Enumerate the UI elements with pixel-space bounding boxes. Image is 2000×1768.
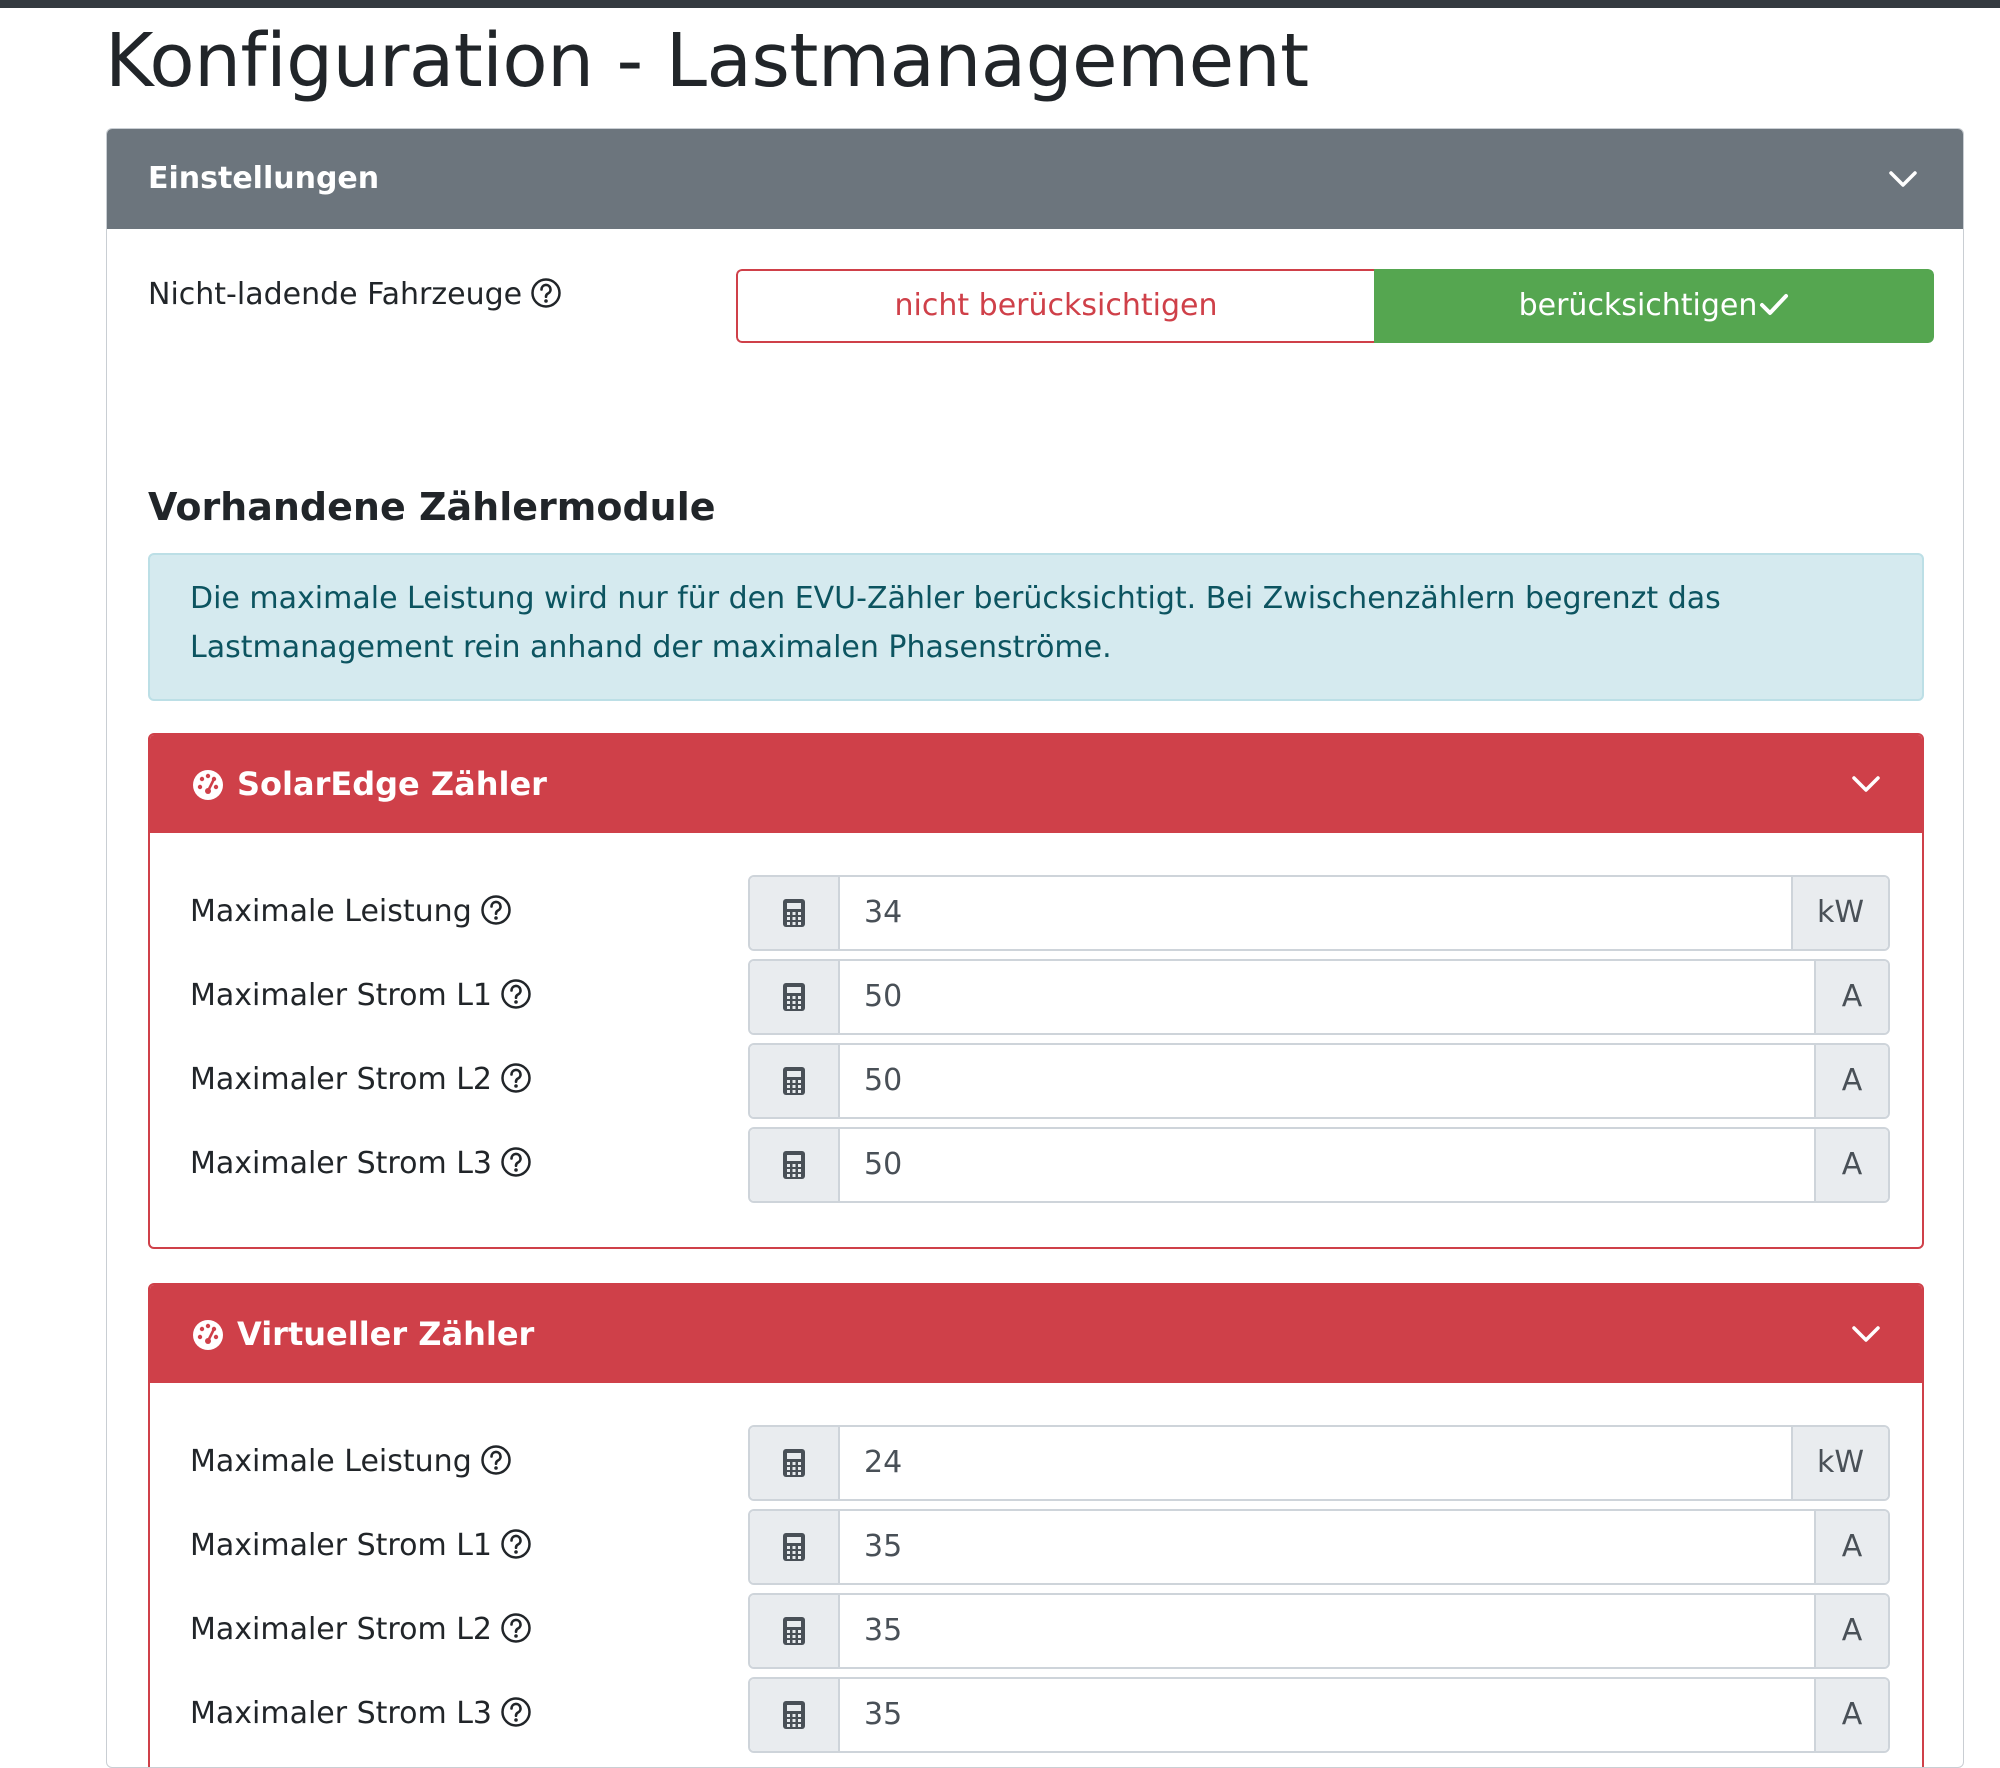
field-label-text: Maximaler Strom L2 — [190, 1062, 493, 1097]
field-row-max-current-l3: Maximaler Strom L3 35 A — [150, 1677, 1922, 1753]
meter-card-title: Virtueller Zähler — [237, 1315, 535, 1353]
unit-label: A — [1814, 1679, 1888, 1751]
field-label: Maximale Leistung — [190, 1442, 512, 1482]
max-current-l1-input-group: 35 A — [748, 1509, 1890, 1585]
max-current-l1-input-group: 50 A — [748, 959, 1890, 1035]
field-label: Maximaler Strom L2 — [190, 1060, 532, 1100]
question-circle-icon[interactable] — [500, 1528, 532, 1560]
field-label: Maximaler Strom L1 — [190, 1526, 532, 1566]
max-power-input[interactable]: 34 — [840, 877, 1791, 949]
field-label: Maximaler Strom L3 — [190, 1144, 532, 1184]
calculator-icon — [750, 1427, 840, 1499]
unit-label: kW — [1791, 877, 1888, 949]
calculator-icon — [750, 961, 840, 1033]
field-row-max-current-l1: Maximaler Strom L1 50 A — [150, 959, 1922, 1035]
unit-label: A — [1814, 1595, 1888, 1667]
chevron-down-icon[interactable] — [1850, 770, 1882, 798]
field-label: Maximaler Strom L3 — [190, 1694, 532, 1734]
field-row-max-current-l1: Maximaler Strom L1 35 A — [150, 1509, 1922, 1585]
question-circle-icon[interactable] — [500, 1696, 532, 1728]
max-power-input[interactable]: 24 — [840, 1427, 1791, 1499]
unit-label: A — [1814, 961, 1888, 1033]
non-charging-vehicles-toggle[interactable]: nicht berücksichtigen berücksichtigen — [736, 269, 1934, 343]
meter-card-virtual: Virtueller Zähler Maximale Leistung 24 k… — [148, 1283, 1924, 1767]
section-title: Vorhandene Zählermodule — [148, 485, 716, 529]
max-current-l3-input-group: 50 A — [748, 1127, 1890, 1203]
question-circle-icon[interactable] — [530, 277, 562, 309]
field-row-max-current-l3: Maximaler Strom L3 50 A — [150, 1127, 1922, 1203]
settings-card-title: Einstellungen — [148, 161, 380, 196]
max-current-l2-input-group: 35 A — [748, 1593, 1890, 1669]
max-current-l2-input[interactable]: 50 — [840, 1045, 1814, 1117]
calculator-icon — [750, 1679, 840, 1751]
max-current-l1-input[interactable]: 35 — [840, 1511, 1814, 1583]
toggle-option-not-consider[interactable]: nicht berücksichtigen — [736, 269, 1374, 343]
calculator-icon — [750, 877, 840, 949]
unit-label: A — [1814, 1129, 1888, 1201]
field-label-text: Maximaler Strom L1 — [190, 978, 493, 1013]
gauge-icon — [192, 769, 224, 805]
non-charging-vehicles-text: Nicht-ladende Fahrzeuge — [148, 277, 523, 312]
question-circle-icon[interactable] — [500, 978, 532, 1010]
unit-label: kW — [1791, 1427, 1888, 1499]
max-current-l1-input[interactable]: 50 — [840, 961, 1814, 1033]
question-circle-icon[interactable] — [500, 1146, 532, 1178]
calculator-icon — [750, 1045, 840, 1117]
info-alert: Die maximale Leistung wird nur für den E… — [148, 553, 1924, 701]
field-label: Maximaler Strom L1 — [190, 976, 532, 1016]
max-current-l3-input[interactable]: 35 — [840, 1679, 1814, 1751]
top-bar — [0, 0, 2000, 8]
max-current-l2-input-group: 50 A — [748, 1043, 1890, 1119]
meter-card-solaredge: SolarEdge Zähler Maximale Leistung 34 kW… — [148, 733, 1924, 1249]
max-current-l2-input[interactable]: 35 — [840, 1595, 1814, 1667]
field-label-text: Maximale Leistung — [190, 894, 472, 929]
gauge-icon — [192, 1319, 224, 1355]
field-label-text: Maximaler Strom L3 — [190, 1146, 493, 1181]
question-circle-icon[interactable] — [480, 894, 512, 926]
calculator-icon — [750, 1595, 840, 1667]
field-label-text: Maximaler Strom L2 — [190, 1612, 493, 1647]
chevron-down-icon[interactable] — [1887, 165, 1919, 193]
field-row-max-current-l2: Maximaler Strom L2 50 A — [150, 1043, 1922, 1119]
max-current-l3-input[interactable]: 50 — [840, 1129, 1814, 1201]
field-label-text: Maximale Leistung — [190, 1444, 472, 1479]
toggle-option-consider-label: berücksichtigen — [1518, 288, 1758, 323]
question-circle-icon[interactable] — [480, 1444, 512, 1476]
unit-label: A — [1814, 1511, 1888, 1583]
calculator-icon — [750, 1129, 840, 1201]
settings-card: Einstellungen Nicht-ladende Fahrzeuge ni… — [106, 128, 1964, 1768]
field-label-text: Maximaler Strom L1 — [190, 1528, 493, 1563]
field-row-max-power: Maximale Leistung 34 kW — [150, 875, 1922, 951]
toggle-option-consider[interactable]: berücksichtigen — [1374, 269, 1934, 343]
meter-card-title: SolarEdge Zähler — [237, 765, 547, 803]
field-row-max-current-l2: Maximaler Strom L2 35 A — [150, 1593, 1922, 1669]
meter-card-header[interactable]: SolarEdge Zähler — [150, 735, 1922, 833]
field-label: Maximaler Strom L2 — [190, 1610, 532, 1650]
settings-card-body: Nicht-ladende Fahrzeuge nicht berücksich… — [107, 229, 1963, 1767]
max-power-input-group: 34 kW — [748, 875, 1890, 951]
page-title: Konfiguration - Lastmanagement — [105, 18, 1309, 104]
toggle-option-not-consider-label: nicht berücksichtigen — [894, 288, 1218, 323]
chevron-down-icon[interactable] — [1850, 1320, 1882, 1348]
field-label: Maximale Leistung — [190, 892, 512, 932]
question-circle-icon[interactable] — [500, 1062, 532, 1094]
non-charging-vehicles-label: Nicht-ladende Fahrzeuge — [148, 275, 562, 315]
check-icon — [1759, 272, 1789, 343]
calculator-icon — [750, 1511, 840, 1583]
max-power-input-group: 24 kW — [748, 1425, 1890, 1501]
max-current-l3-input-group: 35 A — [748, 1677, 1890, 1753]
unit-label: A — [1814, 1045, 1888, 1117]
question-circle-icon[interactable] — [500, 1612, 532, 1644]
field-row-max-power: Maximale Leistung 24 kW — [150, 1425, 1922, 1501]
settings-card-header[interactable]: Einstellungen — [107, 129, 1963, 229]
info-alert-text: Die maximale Leistung wird nur für den E… — [190, 581, 1721, 665]
meter-card-header[interactable]: Virtueller Zähler — [150, 1285, 1922, 1383]
field-label-text: Maximaler Strom L3 — [190, 1696, 493, 1731]
